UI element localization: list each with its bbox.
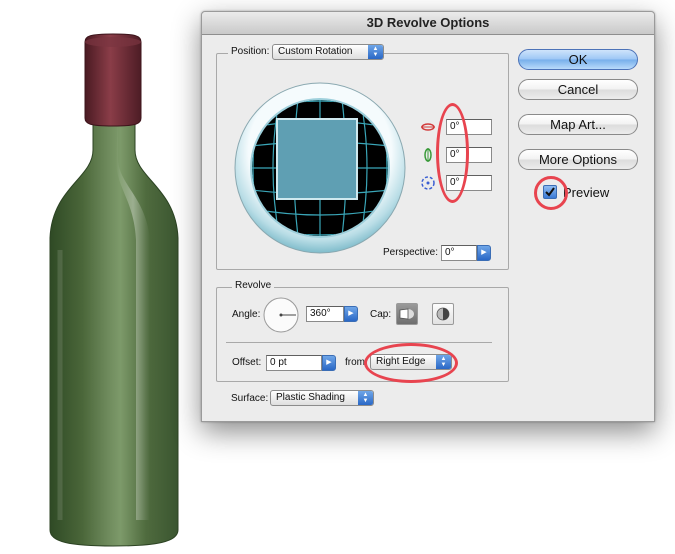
offset-slider-button[interactable]: ▶ xyxy=(322,355,336,371)
annotation-ellipse-rotation xyxy=(436,103,469,203)
map-art-button[interactable]: Map Art... xyxy=(518,114,638,135)
select-arrows-icon: ▲ ▼ xyxy=(368,45,383,59)
dialog-title: 3D Revolve Options xyxy=(202,12,654,35)
wine-bottle-artwork xyxy=(49,33,179,547)
triangle-right-icon: ▶ xyxy=(326,359,332,366)
preview-label: Preview xyxy=(563,185,610,200)
cap-off-button[interactable] xyxy=(432,303,454,325)
angle-dial[interactable] xyxy=(263,297,299,333)
rotation-track-cube[interactable] xyxy=(233,81,407,255)
rotate-z-icon xyxy=(421,176,435,190)
cancel-button[interactable]: Cancel xyxy=(518,79,638,100)
surface-label: Surface: xyxy=(231,393,269,404)
position-label: Position: xyxy=(228,46,273,58)
perspective-slider-button[interactable]: ▶ xyxy=(477,245,491,261)
rotate-x-icon xyxy=(421,123,435,131)
triangle-right-icon: ▶ xyxy=(348,310,354,317)
rotate-y-icon xyxy=(424,148,432,162)
angle-label: Angle: xyxy=(232,309,261,320)
offset-label: Offset: xyxy=(232,357,262,368)
angle-slider-button[interactable]: ▶ xyxy=(344,306,358,322)
triangle-right-icon: ▶ xyxy=(481,249,487,256)
annotation-circle-preview xyxy=(534,176,568,210)
cap-on-button[interactable] xyxy=(396,303,418,325)
revolve-legend: Revolve xyxy=(232,280,275,292)
revolve-divider xyxy=(226,342,492,343)
perspective-input[interactable]: 0° xyxy=(441,245,477,261)
surface-value: Plastic Shading xyxy=(276,392,345,403)
angle-input[interactable]: 360° xyxy=(306,306,344,322)
offset-input[interactable]: 0 pt xyxy=(266,355,322,371)
ok-button[interactable]: OK xyxy=(518,49,638,70)
cap-on-icon xyxy=(399,308,414,320)
annotation-ellipse-from xyxy=(364,343,458,383)
position-preset-value: Custom Rotation xyxy=(278,46,353,57)
surface-select[interactable]: Plastic Shading ▲ ▼ xyxy=(270,390,374,406)
cap-label: Cap: xyxy=(370,309,392,320)
from-label: from xyxy=(345,357,365,368)
cap-off-icon xyxy=(436,307,450,321)
select-arrows-icon: ▲ ▼ xyxy=(358,391,373,405)
more-options-button[interactable]: More Options xyxy=(518,149,638,170)
perspective-label: Perspective: xyxy=(383,247,439,258)
position-preset-select[interactable]: Custom Rotation ▲ ▼ xyxy=(272,44,384,60)
